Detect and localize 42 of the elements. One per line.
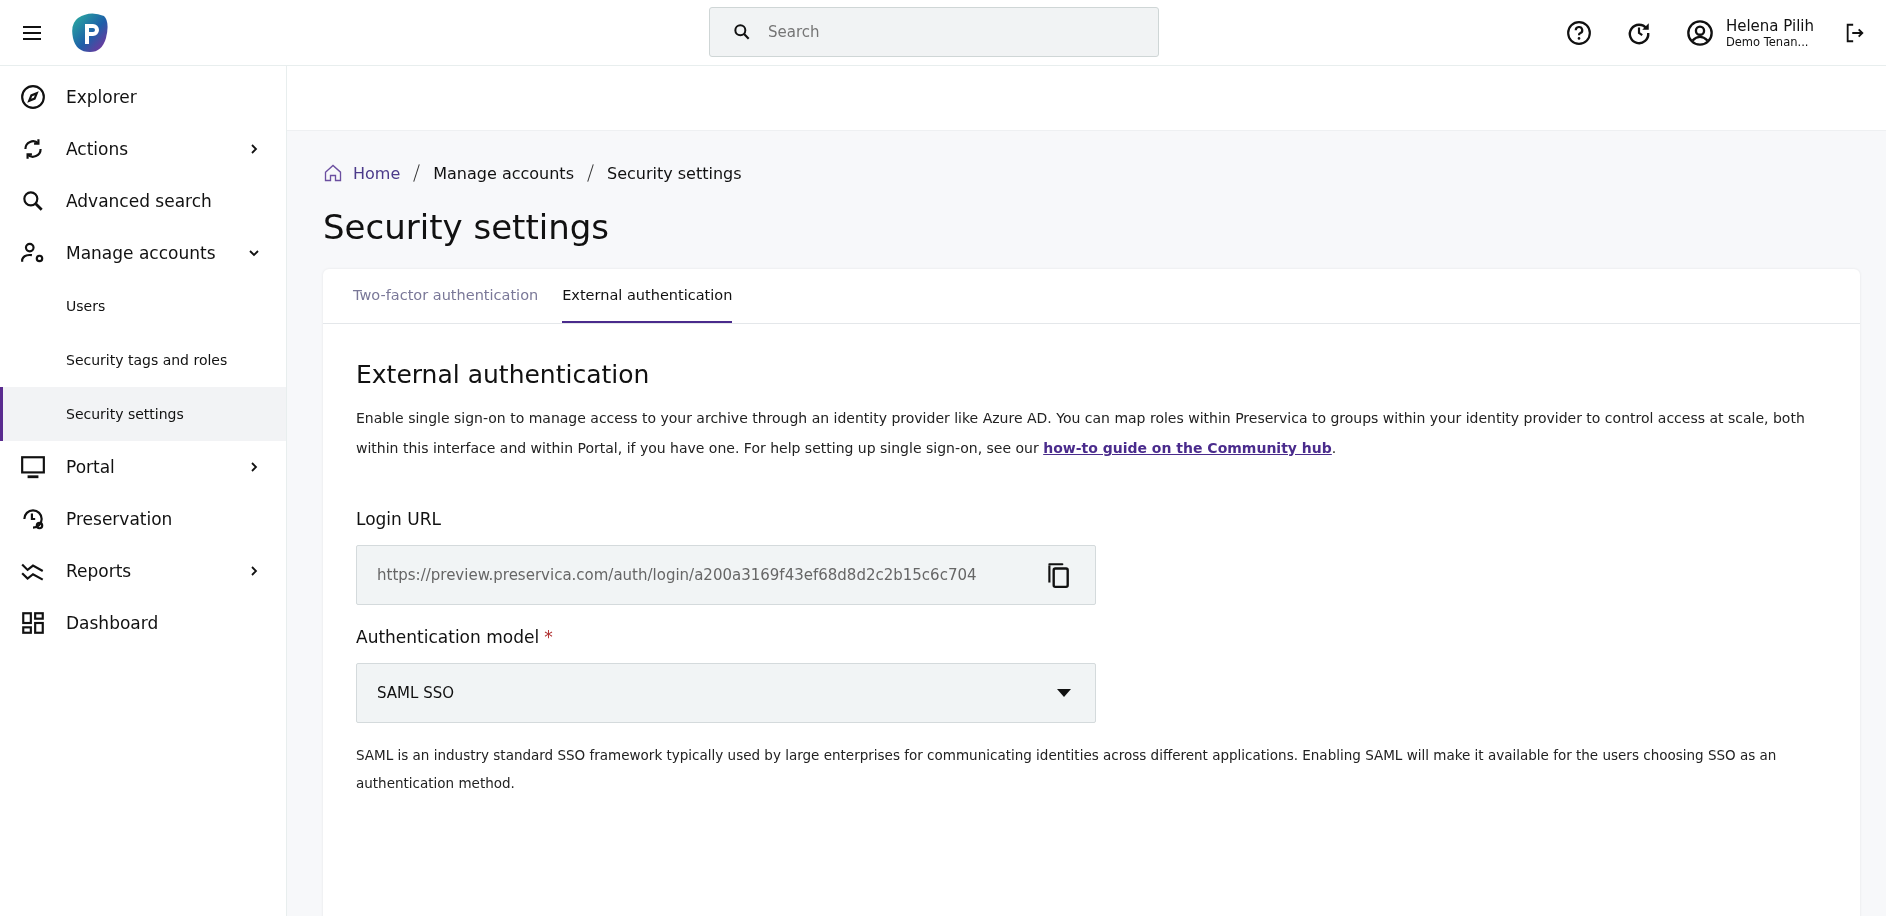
sidebar-item[interactable]: Portal bbox=[0, 441, 286, 493]
tenant-name: Demo Tenan... bbox=[1725, 34, 1810, 49]
search-field[interactable]: Search bbox=[766, 22, 1136, 42]
help-text: SAML is an industry standard SSO framework typically used by large enterprises for communicating identities across different applications. Enabling SAML will make it available for the users choosing SSO as an authentication method. bbox=[356, 746, 1778, 793]
field-label: Login URL bbox=[356, 509, 442, 529]
authentication-model-dropdown[interactable]: SAML SSO bbox=[356, 663, 1096, 723]
user-name: Helena Pilih bbox=[1725, 16, 1814, 35]
sidebar-item[interactable]: Preservation bbox=[0, 493, 286, 545]
dashboard-icon bbox=[20, 610, 46, 636]
sidebar-item[interactable]: Manage accounts bbox=[0, 227, 286, 279]
help-icon[interactable] bbox=[1565, 19, 1592, 46]
description-text: Enable single sign-on to manage access to your archive through an identity provider like Azure AD. You can map roles within Preservica to groups within your identity provider to control access at scale, both within this interface and within Portal, if you have one. For help setting up single sign-on, see our how-to guide on the Community hub. bbox=[356, 409, 1806, 458]
breadcrumb-link[interactable]: Home bbox=[353, 163, 401, 183]
section-title: External authentication bbox=[356, 360, 651, 389]
sidebar-item[interactable]: Reports bbox=[0, 545, 286, 597]
sidebar-item[interactable]: Advanced search bbox=[0, 175, 286, 227]
page-title: Security settings bbox=[323, 207, 610, 247]
field-label: Authentication model * bbox=[356, 627, 554, 647]
sidebar-subitem[interactable]: Security tags and roles bbox=[0, 333, 286, 387]
login-url-field[interactable]: https://preview.preservica.com/auth/login/a200a3169f43ef68d8d2c2b15c6c704 bbox=[356, 545, 1096, 605]
history-gear-icon bbox=[20, 506, 46, 532]
dropdown-caret-icon bbox=[1057, 689, 1071, 697]
logout-icon[interactable] bbox=[1844, 21, 1866, 44]
sidebar-subitem[interactable]: Users bbox=[0, 279, 286, 333]
compass-icon bbox=[20, 84, 46, 110]
search-icon bbox=[732, 22, 752, 42]
guide-link[interactable]: how-to guide on the Community hub bbox=[1043, 440, 1332, 456]
copy-icon[interactable] bbox=[1045, 561, 1071, 589]
sidebar-item[interactable]: Actions bbox=[0, 123, 286, 175]
logo-icon[interactable] bbox=[70, 11, 110, 54]
home-icon bbox=[323, 163, 343, 183]
tab[interactable]: Two-factor authentication bbox=[353, 269, 539, 323]
required-mark: * bbox=[544, 627, 553, 647]
tab[interactable]: External authentication bbox=[562, 269, 733, 323]
sidebar-item[interactable]: Explorer bbox=[0, 71, 286, 123]
monitor-icon bbox=[20, 454, 46, 480]
search-bar[interactable]: Search bbox=[709, 7, 1159, 57]
sidebar-item[interactable]: Dashboard bbox=[0, 597, 286, 649]
account-icon[interactable] bbox=[1685, 18, 1714, 47]
breadcrumb-link[interactable]: Manage accounts bbox=[433, 163, 574, 183]
breadcrumb-link[interactable]: Security settings bbox=[606, 163, 742, 183]
sidebar-subitem[interactable]: Security settings bbox=[0, 387, 286, 441]
